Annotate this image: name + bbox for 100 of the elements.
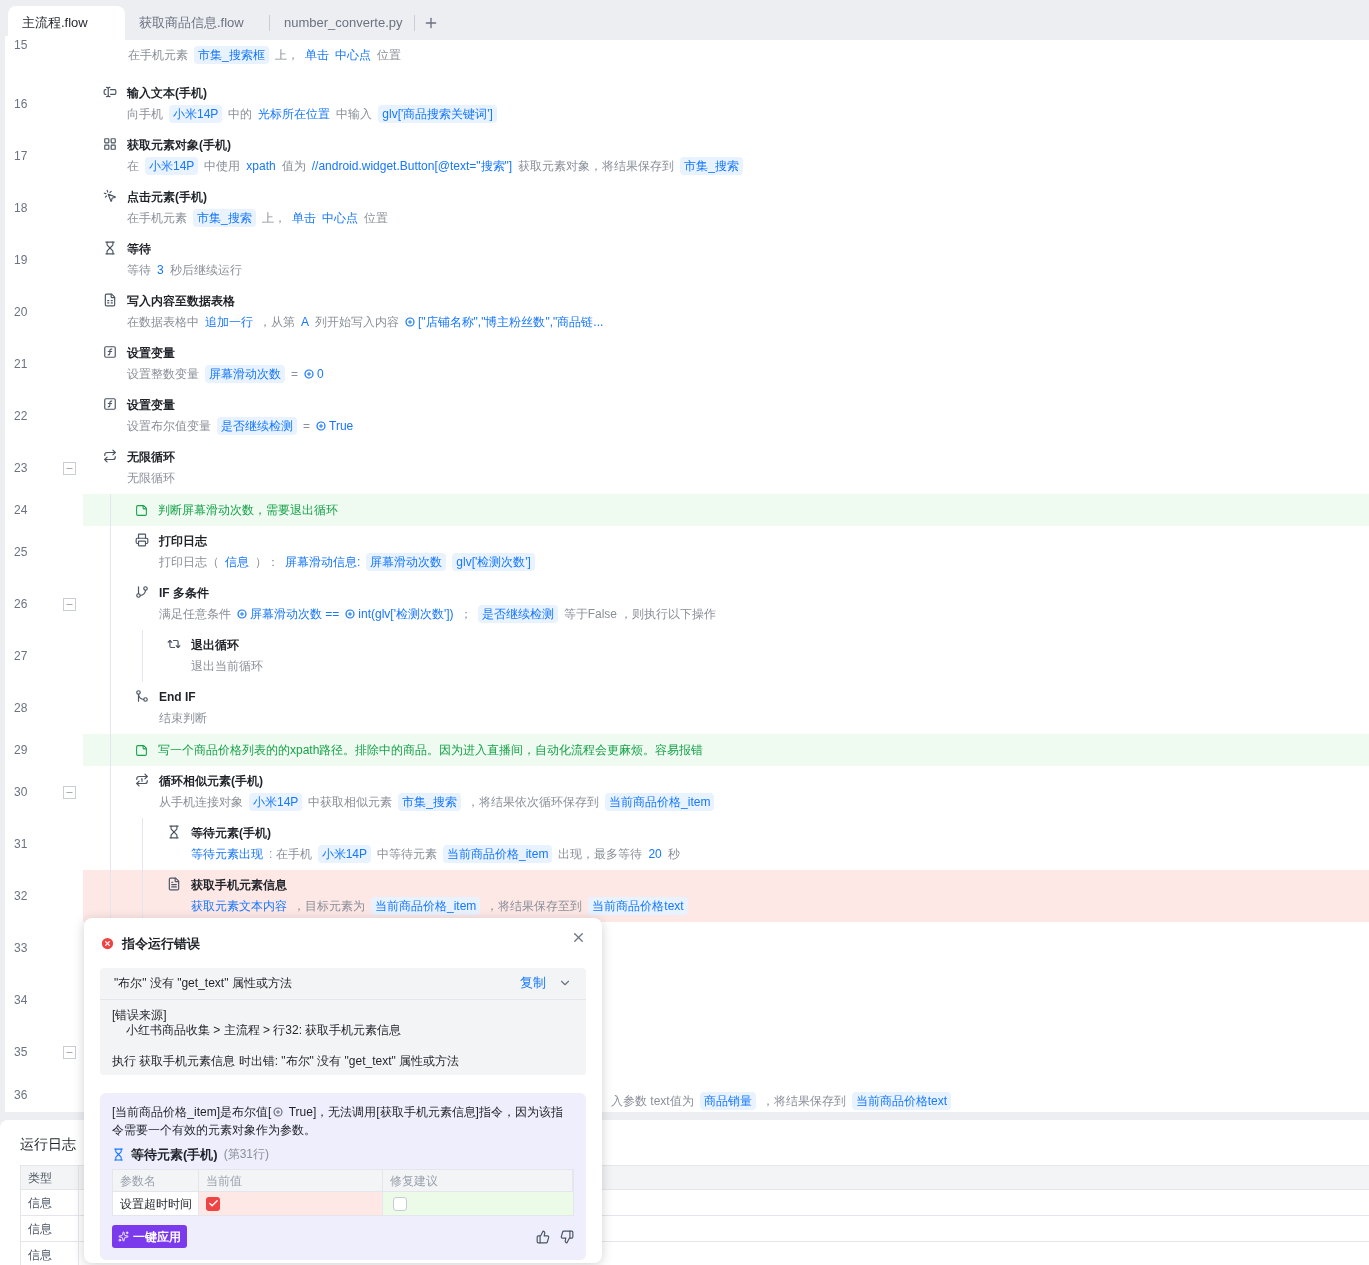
variable-value[interactable]: 0 [317,365,324,383]
variable-value[interactable]: int(glv['检测次数']) [358,605,454,623]
parameter-link[interactable]: 光标所在位置 [258,105,331,123]
apply-button[interactable]: 一键应用 [112,1225,187,1248]
variable-tag[interactable]: 当前商品价格_item [605,793,715,811]
variable-tag[interactable]: 是否继续检测 [217,417,297,435]
step-title[interactable]: 点击元素(手机) [127,188,388,206]
parameter-link[interactable]: 屏幕滑动信息: [285,553,361,571]
fold-toggle[interactable] [63,1045,76,1059]
error-icon [100,936,115,952]
description-text: 向手机 [127,106,163,123]
description-text: 中的 [228,106,253,123]
variable-tag[interactable]: glv['商品搜索关键词'] [378,105,497,123]
parameter-link[interactable]: 追加一行 [205,313,253,331]
step-title[interactable]: IF 多条件 [159,584,717,602]
fold-toggle[interactable] [63,785,76,799]
variable-tag[interactable]: 当前商品价格_item [371,897,481,915]
file-tab[interactable]: 主流程.flow [8,6,125,40]
variable-tag[interactable]: 当前商品价格text [851,1092,952,1110]
line-number: 36 [14,1087,28,1104]
step-title[interactable]: 打印日志 [159,532,535,550]
description-text: ，从第 [259,314,295,331]
variable-tag[interactable]: 屏幕滑动次数 [205,365,285,383]
function-icon [103,397,117,411]
description-text: 满足任意条件 [159,606,231,623]
add-tab-icon[interactable] [423,15,439,31]
fold-toggle[interactable] [63,461,76,475]
step-title[interactable]: 获取元素对象(手机) [127,136,743,154]
parameter-link[interactable]: 单击 [291,209,316,227]
table-cell: 信息 [21,1216,79,1241]
variable-tag[interactable]: 小米14P [249,793,303,811]
step-title[interactable]: End IF [159,688,207,706]
parameter-link[interactable]: 获取元素文本内容 [191,897,287,915]
error-detail: 执行 获取手机元素信息 时出错: "布尔" 没有 "get_text" 属性或方法 [112,1053,461,1069]
variable-value[interactable]: 屏幕滑动次数 == [250,605,340,623]
variable-tag[interactable]: 是否继续检测 [477,605,558,623]
step-title[interactable]: 退出循环 [191,636,263,654]
variable-value[interactable]: ["店铺名称","博主粉丝数","商品链... [418,313,604,331]
line-number: 23 [14,460,28,477]
parameter-link[interactable]: 中心点 [334,46,371,64]
variable-icon [316,421,326,431]
variable-tag[interactable]: 小米14P [169,105,223,123]
repeat-icon [103,449,117,463]
variable-tag[interactable]: 屏幕滑动次数 [366,553,447,571]
step-title[interactable]: 等待 [127,240,242,258]
variable-icon [304,369,314,379]
variable-tag[interactable]: 小米14P [317,845,372,863]
text-cursor-icon [103,85,117,99]
spreadsheet-icon [103,293,117,307]
document-icon [167,877,181,891]
description-text: 设置整数变量 [127,366,199,383]
variable-tag[interactable]: 市集_搜索 [193,209,256,227]
parameter-link[interactable]: A [301,313,309,331]
description-text: 值为 [281,158,306,175]
variable-tag[interactable]: 市集_搜索 [398,793,462,811]
line-number: 35 [14,1044,28,1061]
file-tab[interactable]: number_converte.py [270,6,414,40]
checkbox[interactable] [206,1196,220,1211]
thumbs-down-icon[interactable] [560,1229,574,1244]
error-message: "布尔" 没有 "get_text" 属性或方法 [114,975,292,992]
variable-tag[interactable]: 小米14P [145,157,199,175]
variable-tag[interactable]: 市集_搜索 [680,157,743,175]
parameter-link[interactable]: xpath [246,157,276,175]
file-tab[interactable]: 获取商品信息.flow [125,6,269,40]
comment-text: 写一个商品价格列表的的xpath路径。排除中的商品。因为进入直播间，自动化流程会更麻烦。容易报错 [158,742,704,759]
parameter-link[interactable]: 中心点 [321,209,358,227]
variable-tag[interactable]: 市集_搜索框 [194,46,269,64]
variable-tag[interactable]: 商品销量 [699,1092,756,1110]
step-title[interactable]: 设置变量 [127,396,354,414]
step-title[interactable]: 等待元素(手机) [191,824,680,842]
description-text: 位置 [363,210,388,227]
variable-tag[interactable]: 当前商品价格_item [443,845,553,863]
parameter-link[interactable]: 等待元素出现 [191,845,263,863]
error-source-label: [错误来源] [112,1007,168,1023]
step-title[interactable]: 设置变量 [127,344,324,362]
line-number: 20 [14,304,28,321]
fold-toggle[interactable] [63,597,76,611]
description-text: 位置 [376,47,401,64]
parameter-link[interactable]: //android.widget.Button[@text="搜索"] [311,157,513,175]
step-title[interactable]: 无限循环 [127,448,175,466]
variable-value[interactable]: True [329,417,354,435]
variable-tag[interactable]: 当前商品价格text [588,897,688,915]
variable-tag[interactable]: glv['检测次数'] [452,553,535,571]
copy-link[interactable]: 复制 [520,973,546,993]
step-title[interactable]: 写入内容至数据表格 [127,292,604,310]
description-text: 获取元素对象，将结果保存到 [518,158,675,175]
function-icon [103,345,117,359]
parameter-link[interactable]: 信息 [225,553,249,571]
line-number: 31 [14,836,28,853]
description-text: 秒 [667,846,680,863]
thumbs-up-icon[interactable] [536,1229,550,1244]
step-title[interactable]: 输入文本(手机) [127,84,497,102]
parameter-link[interactable]: 单击 [304,46,329,64]
description-text: ，将结果依次循环保存到 [467,794,600,811]
step-title[interactable]: 循环相似元素(手机) [159,772,715,790]
step-title[interactable]: 获取手机元素信息 [191,876,688,894]
parameter-link[interactable]: 20 [648,845,662,863]
parameter-link[interactable]: 3 [157,261,164,279]
checkbox[interactable] [393,1196,407,1211]
description-text: 中使用 [204,158,241,175]
